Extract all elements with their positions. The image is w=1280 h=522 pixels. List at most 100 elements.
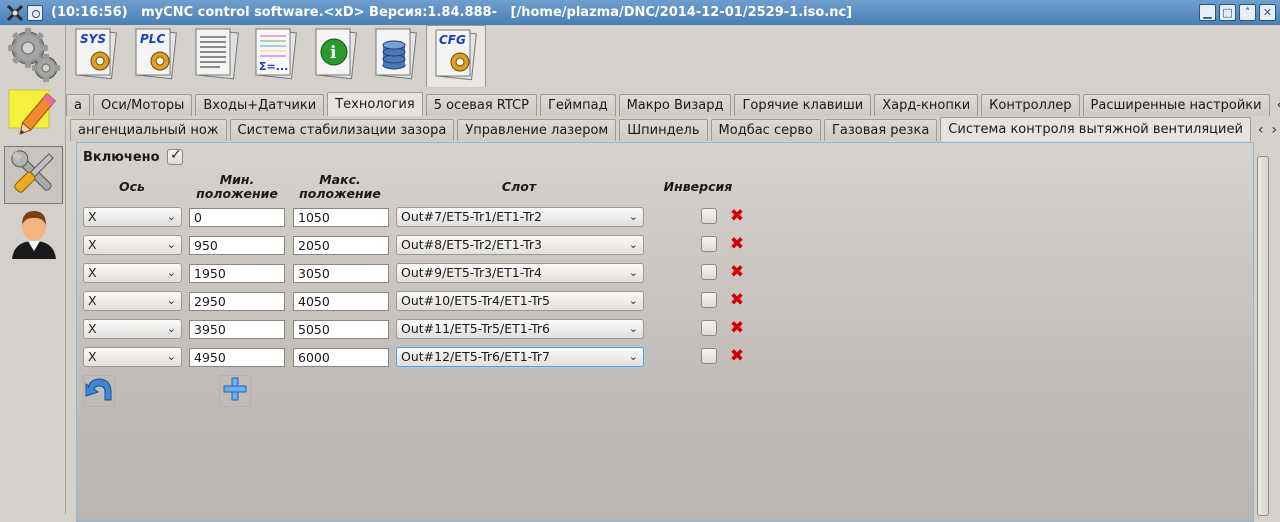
toolbar-item-plc[interactable]: PLC: [126, 25, 186, 87]
axis-value: X: [88, 265, 97, 280]
close-button[interactable]: ✕: [1259, 4, 1276, 21]
invert-checkbox[interactable]: [701, 292, 717, 308]
toolbar-item-database[interactable]: [366, 25, 426, 87]
tab-macro-wizard[interactable]: Макро Визард: [618, 94, 732, 116]
add-row-button[interactable]: [219, 375, 251, 407]
sidebar-item-user[interactable]: [4, 206, 63, 264]
max-position-field[interactable]: 3050: [293, 264, 389, 283]
tab-tangential-knife[interactable]: ангенциальный нож: [70, 119, 227, 141]
tab-laser-control[interactable]: Управление лазером: [457, 119, 617, 141]
toolbar-item-cfg[interactable]: CFG: [426, 25, 486, 87]
toolbar-item-formula[interactable]: Σ=...: [246, 25, 306, 87]
vertical-scrollbar[interactable]: [1256, 142, 1271, 516]
undo-icon: [84, 376, 114, 406]
delete-row-icon[interactable]: ✖: [729, 236, 745, 253]
delete-row-icon[interactable]: ✖: [729, 320, 745, 337]
sys-icon: SYS: [70, 25, 122, 87]
tab-controller[interactable]: Контроллер: [981, 94, 1080, 116]
max-position-field[interactable]: 2050: [293, 236, 389, 255]
tab2-scroll-left-icon[interactable]: ‹: [1258, 119, 1264, 141]
tab-advanced-settings[interactable]: Расширенные настройки: [1082, 94, 1270, 116]
min-position-field[interactable]: 2950: [189, 292, 285, 311]
max-position-field[interactable]: 6000: [293, 348, 389, 367]
slot-select[interactable]: Out#8/ET5-Tr2/ET1-Tr3 ⌄: [396, 235, 644, 255]
min-position-field[interactable]: 0: [189, 208, 285, 227]
tab-5axis-rtcp[interactable]: 5 осевая RTCP: [425, 94, 537, 116]
tabbar-main: а Оси/Моторы Входы+Датчики Технология 5 …: [66, 92, 1280, 116]
slot-select[interactable]: Out#11/ET5-Tr5/ET1-Tr6 ⌄: [396, 319, 644, 339]
tab-partial-left[interactable]: а: [66, 94, 90, 116]
invert-checkbox[interactable]: [701, 264, 717, 280]
tab-hotkeys[interactable]: Горячие клавиши: [734, 94, 872, 116]
sidebar-item-edit[interactable]: [4, 87, 63, 145]
max-position-field[interactable]: 1050: [293, 208, 389, 227]
invert-checkbox[interactable]: [701, 320, 717, 336]
tab-hard-buttons[interactable]: Хард-кнопки: [874, 94, 979, 116]
svg-text:CFG: CFG: [439, 33, 466, 47]
axis-value: X: [88, 293, 97, 308]
invert-checkbox[interactable]: [701, 208, 717, 224]
minimize-button[interactable]: ▁: [1199, 4, 1216, 21]
chevron-down-icon: ⌄: [628, 266, 638, 279]
tab-technology[interactable]: Технология: [327, 92, 423, 116]
header-slot: Слот: [501, 179, 537, 194]
toolbar-item-info[interactable]: i: [306, 25, 366, 87]
toolbar-item-document[interactable]: [186, 25, 246, 87]
slot-value: Out#11/ET5-Tr5/ET1-Tr6: [401, 321, 550, 336]
axis-value: X: [88, 349, 97, 364]
info-icon: i: [310, 25, 362, 87]
enabled-checkbox[interactable]: [167, 147, 183, 165]
tab-ventilation-control[interactable]: Система контроля вытяжной вентиляцией: [940, 117, 1251, 141]
undo-button[interactable]: [83, 375, 115, 407]
delete-row-icon[interactable]: ✖: [729, 348, 745, 365]
invert-checkbox[interactable]: [701, 236, 717, 252]
min-position-field[interactable]: 950: [189, 236, 285, 255]
tab-gap-stabilization[interactable]: Система стабилизации зазора: [229, 119, 455, 141]
min-position-field[interactable]: 3950: [189, 320, 285, 339]
header-invert: Инверсия: [663, 179, 733, 194]
toolbar-item-sys[interactable]: SYS: [66, 25, 126, 87]
tab-gamepad[interactable]: Геймпад: [539, 94, 616, 116]
axis-select[interactable]: X ⌄: [83, 347, 182, 367]
tab-gas-cutting[interactable]: Газовая резка: [823, 119, 938, 141]
tab2-scroll-right-icon[interactable]: ›: [1272, 119, 1278, 141]
slot-select[interactable]: Out#10/ET5-Tr4/ET1-Tr5 ⌄: [396, 291, 644, 311]
axis-select[interactable]: X ⌄: [83, 235, 182, 255]
min-position-field[interactable]: 4950: [189, 348, 285, 367]
slot-select[interactable]: Out#12/ET5-Tr6/ET1-Tr7 ⌄: [396, 347, 644, 367]
min-position-field[interactable]: 1950: [189, 264, 285, 283]
sidebar-item-tools[interactable]: [4, 146, 63, 204]
slot-select[interactable]: Out#9/ET5-Tr3/ET1-Tr4 ⌄: [396, 263, 644, 283]
chevron-down-icon: ⌄: [628, 294, 638, 307]
tab-modbus-servo[interactable]: Модбас серво: [710, 119, 821, 141]
window-menu-icon[interactable]: [27, 4, 43, 21]
axis-select[interactable]: X ⌄: [83, 291, 182, 311]
tab-scroll-left-icon[interactable]: ‹: [1277, 94, 1280, 116]
tab-axes-motors[interactable]: Оси/Моторы: [92, 94, 193, 116]
delete-row-icon[interactable]: ✖: [729, 292, 745, 309]
axis-select[interactable]: X ⌄: [83, 319, 182, 339]
invert-checkbox[interactable]: [701, 348, 717, 364]
axis-select[interactable]: X ⌄: [83, 263, 182, 283]
axis-value: X: [88, 321, 97, 336]
max-position-field[interactable]: 5050: [293, 320, 389, 339]
title-bar: (10:16:56) myCNC control software.<xD> В…: [0, 0, 1280, 25]
header-max-position: Макс. положение: [290, 173, 390, 201]
slot-select[interactable]: Out#7/ET5-Tr1/ET1-Tr2 ⌄: [396, 207, 644, 227]
delete-row-icon[interactable]: ✖: [729, 208, 745, 225]
sidebar-item-settings[interactable]: [4, 27, 63, 85]
chevron-down-icon: ⌄: [166, 210, 176, 223]
axis-select[interactable]: X ⌄: [83, 207, 182, 227]
tab-spindle[interactable]: Шпиндель: [619, 119, 708, 141]
delete-row-icon[interactable]: ✖: [729, 264, 745, 281]
axis-value: X: [88, 237, 97, 252]
chevron-down-icon: ⌄: [628, 350, 638, 363]
maximize-button[interactable]: □: [1219, 4, 1236, 21]
slot-value: Out#8/ET5-Tr2/ET1-Tr3: [401, 237, 542, 252]
slot-value: Out#7/ET5-Tr1/ET1-Tr2: [401, 209, 542, 224]
max-position-field[interactable]: 4050: [293, 292, 389, 311]
scrollbar-thumb[interactable]: [1257, 156, 1269, 516]
slot-value: Out#10/ET5-Tr4/ET1-Tr5: [401, 293, 550, 308]
tab-inputs-sensors[interactable]: Входы+Датчики: [195, 94, 325, 116]
restore-button[interactable]: ˄: [1239, 4, 1256, 21]
